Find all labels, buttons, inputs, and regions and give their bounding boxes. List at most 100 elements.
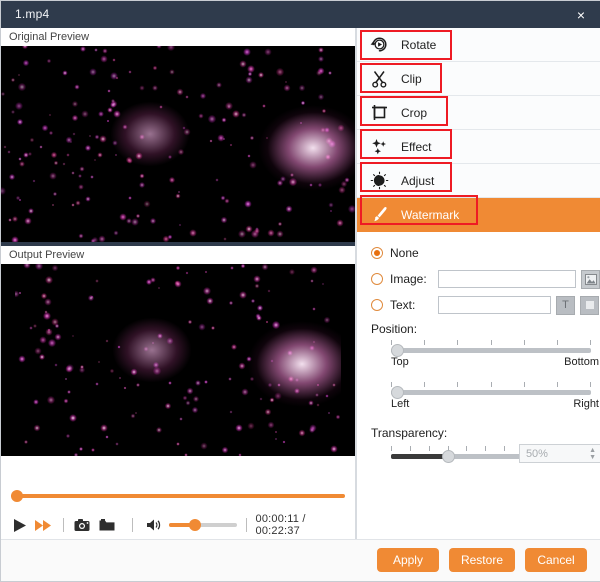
slider-tick — [466, 446, 467, 451]
color-swatch-icon[interactable] — [580, 296, 599, 315]
watermark-text-row[interactable]: Text: T — [371, 294, 600, 316]
brush-icon — [357, 205, 401, 224]
camera-icon[interactable] — [73, 516, 92, 534]
watermark-none-row[interactable]: None — [371, 242, 600, 264]
position-label: Position: — [371, 322, 600, 336]
transparency-spinbox[interactable]: 50% ▲▼ — [519, 444, 600, 463]
video-editor-dialog: 1.mp4 × Original Preview Output Preview — [0, 0, 600, 582]
timeline-slider[interactable] — [11, 490, 345, 502]
tool-menu-item-watermark[interactable]: Watermark — [357, 198, 600, 232]
slider-tick — [557, 340, 558, 345]
tool-menu-item-crop[interactable]: Crop — [357, 96, 600, 130]
slider-tick — [504, 446, 505, 451]
volume-slider[interactable] — [169, 519, 237, 531]
transparency-value: 50% — [526, 448, 548, 460]
slider-tick — [485, 446, 486, 451]
timeline-handle[interactable] — [11, 490, 23, 502]
watermark-image-row[interactable]: Image: — [371, 268, 600, 290]
vertical-slider-labels: Top Bottom — [385, 356, 599, 372]
original-video-frame — [1, 46, 355, 242]
horizontal-max-label: Right — [573, 398, 599, 410]
folder-icon[interactable] — [98, 516, 117, 534]
tool-menu-item-effect[interactable]: Effect — [357, 130, 600, 164]
vertical-max-label: Bottom — [564, 356, 599, 368]
horizontal-slider-ticks — [391, 382, 591, 388]
slider-tick — [524, 382, 525, 387]
tool-menu-item-label: Crop — [401, 106, 427, 120]
play-icon[interactable] — [11, 515, 30, 535]
tool-menu-item-label: Adjust — [401, 174, 434, 188]
slider-tick — [524, 340, 525, 345]
slider-tick — [457, 340, 458, 345]
preview-column: Original Preview Output Preview — [1, 28, 355, 542]
vertical-slider-track — [391, 348, 591, 353]
tool-menu-item-adjust[interactable]: Adjust — [357, 164, 600, 198]
volume-icon[interactable] — [146, 518, 163, 532]
slider-tick — [557, 382, 558, 387]
control-divider-3 — [246, 518, 247, 532]
radio-image[interactable] — [371, 273, 383, 285]
slider-tick — [590, 382, 591, 387]
window-title: 1.mp4 — [15, 7, 49, 21]
restore-button[interactable]: Restore — [449, 548, 515, 572]
radio-text-label: Text: — [390, 298, 438, 312]
cancel-button[interactable]: Cancel — [525, 548, 587, 572]
radio-image-label: Image: — [390, 272, 438, 286]
rotate-icon — [357, 35, 401, 54]
slider-tick — [391, 340, 392, 345]
original-preview-video[interactable] — [1, 46, 355, 242]
transparency-row: 50% ▲▼ — [371, 444, 600, 463]
slider-tick — [491, 340, 492, 345]
vertical-slider-ticks — [391, 340, 591, 346]
spinner-arrows-icon[interactable]: ▲▼ — [589, 447, 596, 461]
slider-tick — [410, 446, 411, 451]
slider-tick — [424, 340, 425, 345]
close-icon[interactable]: × — [561, 1, 600, 28]
tool-menu-item-rotate[interactable]: Rotate — [357, 28, 600, 62]
transparency-slider[interactable] — [391, 446, 505, 462]
position-horizontal-slider[interactable] — [391, 382, 591, 398]
vertical-min-label: Top — [391, 356, 409, 368]
apply-button[interactable]: Apply — [377, 548, 439, 572]
radio-none-label: None — [390, 246, 419, 260]
tool-menu-item-label: Rotate — [401, 38, 436, 52]
playback-controls: 00:00:11 / 00:22:37 — [11, 513, 351, 537]
dialog-footer: Apply Restore Cancel — [1, 539, 600, 581]
transparency-slider-handle[interactable] — [442, 450, 455, 463]
picture-icon[interactable] — [581, 270, 600, 289]
slider-tick — [391, 382, 392, 387]
watermark-image-input[interactable] — [438, 270, 576, 288]
slider-tick — [491, 382, 492, 387]
tool-menu-item-label: Watermark — [401, 208, 459, 222]
slider-tick — [391, 446, 392, 451]
watermark-options-panel: None Image: Text: T — [357, 232, 600, 463]
radio-none[interactable] — [371, 247, 383, 259]
footer-buttons: Apply Restore Cancel — [367, 548, 587, 572]
output-preview-label: Output Preview — [1, 246, 355, 264]
tools-column: Rotate Clip Crop Effect — [356, 28, 600, 542]
output-preview-video[interactable] — [1, 264, 355, 456]
horizontal-slider-labels: Left Right — [385, 398, 599, 414]
volume-control[interactable] — [146, 518, 237, 532]
text-font-icon[interactable]: T — [556, 296, 575, 315]
sparkle-icon — [357, 137, 401, 156]
timeline-track — [11, 494, 345, 498]
time-display: 00:00:11 / 00:22:37 — [256, 513, 351, 537]
radio-text[interactable] — [371, 299, 383, 311]
tool-menu: Rotate Clip Crop Effect — [357, 28, 600, 232]
control-divider — [63, 518, 64, 532]
slider-tick — [590, 340, 591, 345]
tool-menu-item-clip[interactable]: Clip — [357, 62, 600, 96]
horizontal-min-label: Left — [391, 398, 409, 410]
scissors-icon — [357, 69, 401, 88]
tool-menu-item-label: Effect — [401, 140, 431, 154]
position-vertical-slider[interactable] — [391, 340, 591, 356]
volume-handle[interactable] — [189, 519, 201, 531]
fast-forward-icon[interactable] — [34, 515, 55, 535]
watermark-text-input[interactable] — [438, 296, 551, 314]
slider-tick — [424, 382, 425, 387]
slider-tick — [429, 446, 430, 451]
tool-menu-item-label: Clip — [401, 72, 422, 86]
control-divider-2 — [132, 518, 133, 532]
title-bar: 1.mp4 × — [1, 1, 600, 28]
